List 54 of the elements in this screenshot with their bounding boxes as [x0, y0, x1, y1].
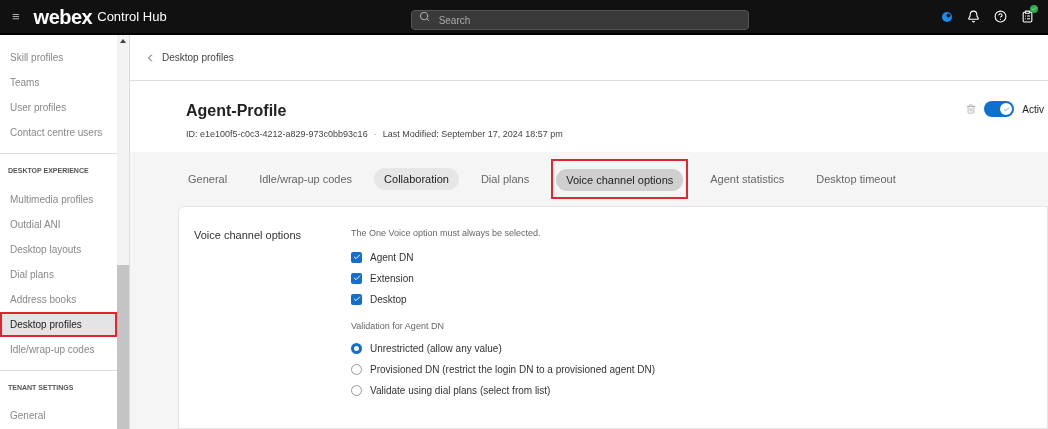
- radio-label: Provisioned DN (restrict the login DN to a provisioned agent DN): [370, 363, 656, 377]
- tab[interactable]: General: [178, 168, 238, 190]
- sidebar-item[interactable]: Contact centre users: [0, 120, 118, 145]
- sidebar-item[interactable]: Multimedia profiles: [0, 186, 118, 212]
- sidebar-item[interactable]: General: [0, 403, 118, 428]
- sidebar-item[interactable]: Idle/wrap-up codes: [0, 336, 118, 362]
- radio-button[interactable]: [351, 385, 362, 396]
- tab[interactable]: Collaboration: [374, 168, 459, 190]
- search-icon: [418, 10, 430, 22]
- tab[interactable]: Agent statistics: [700, 168, 795, 190]
- checkbox[interactable]: [351, 293, 362, 305]
- tab[interactable]: Voice channel options: [556, 169, 684, 192]
- sidebar-item[interactable]: Desktop layouts: [0, 236, 118, 262]
- profile-title: Agent-Profile: [186, 101, 288, 121]
- note-text: The One Voice option must always be selected.: [351, 227, 542, 240]
- check-icon: [1002, 105, 1010, 113]
- sidebar-item[interactable]: Address books: [0, 286, 118, 312]
- brand-logo: webex: [33, 6, 93, 27]
- status-circle-icon[interactable]: [941, 10, 953, 23]
- sidebar-item[interactable]: Skill profiles: [0, 45, 118, 70]
- radio-label: Validate using dial plans (select from list): [370, 384, 551, 398]
- radio-button[interactable]: [351, 364, 362, 375]
- sidebar-item[interactable]: Teams: [0, 70, 118, 95]
- profile-id: ID: e1e100f5-c0c3-4212-a829-973c0bb93c16: [186, 128, 368, 141]
- section-label: Voice channel options: [194, 228, 303, 243]
- checkbox-label: Desktop: [370, 292, 407, 307]
- checkbox-label: Extension: [370, 271, 414, 286]
- sidebar-item[interactable]: Dial plans: [0, 261, 118, 287]
- notification-bell-icon[interactable]: [967, 10, 980, 23]
- radio-button[interactable]: [351, 343, 362, 354]
- radio-label: Unrestricted (allow any value): [370, 342, 502, 356]
- checkbox-label: Agent DN: [370, 250, 414, 265]
- tab[interactable]: Idle/wrap-up codes: [249, 168, 363, 190]
- validation-heading: Validation for Agent DN: [351, 319, 445, 333]
- task-list-icon[interactable]: [1021, 10, 1034, 23]
- sidebar-item[interactable]: User profiles: [0, 95, 118, 120]
- scrollbar[interactable]: [117, 35, 129, 429]
- scrollbar-thumb[interactable]: [117, 265, 129, 429]
- breadcrumb-link[interactable]: Desktop profiles: [162, 50, 234, 65]
- active-toggle[interactable]: [984, 101, 1015, 117]
- menu-glyph[interactable]: ≡: [12, 6, 20, 27]
- check-badge-icon: [1030, 5, 1038, 13]
- checkbox[interactable]: [351, 251, 362, 263]
- product-name: Control Hub: [97, 7, 167, 26]
- tab[interactable]: Dial plans: [470, 168, 540, 190]
- last-modified: Last Modified: September 17, 2024 18:57 pm: [382, 128, 563, 141]
- help-icon[interactable]: [994, 10, 1007, 23]
- separator-dot: ·: [373, 128, 377, 141]
- checkbox[interactable]: [351, 272, 362, 284]
- sidebar-item[interactable]: Desktop profiles: [0, 311, 118, 337]
- search-field[interactable]: Search: [410, 10, 749, 30]
- toggle-label: Activ: [1022, 102, 1044, 117]
- tab[interactable]: Desktop timeout: [806, 168, 906, 190]
- sidebar-item[interactable]: Outdial ANI: [0, 211, 118, 237]
